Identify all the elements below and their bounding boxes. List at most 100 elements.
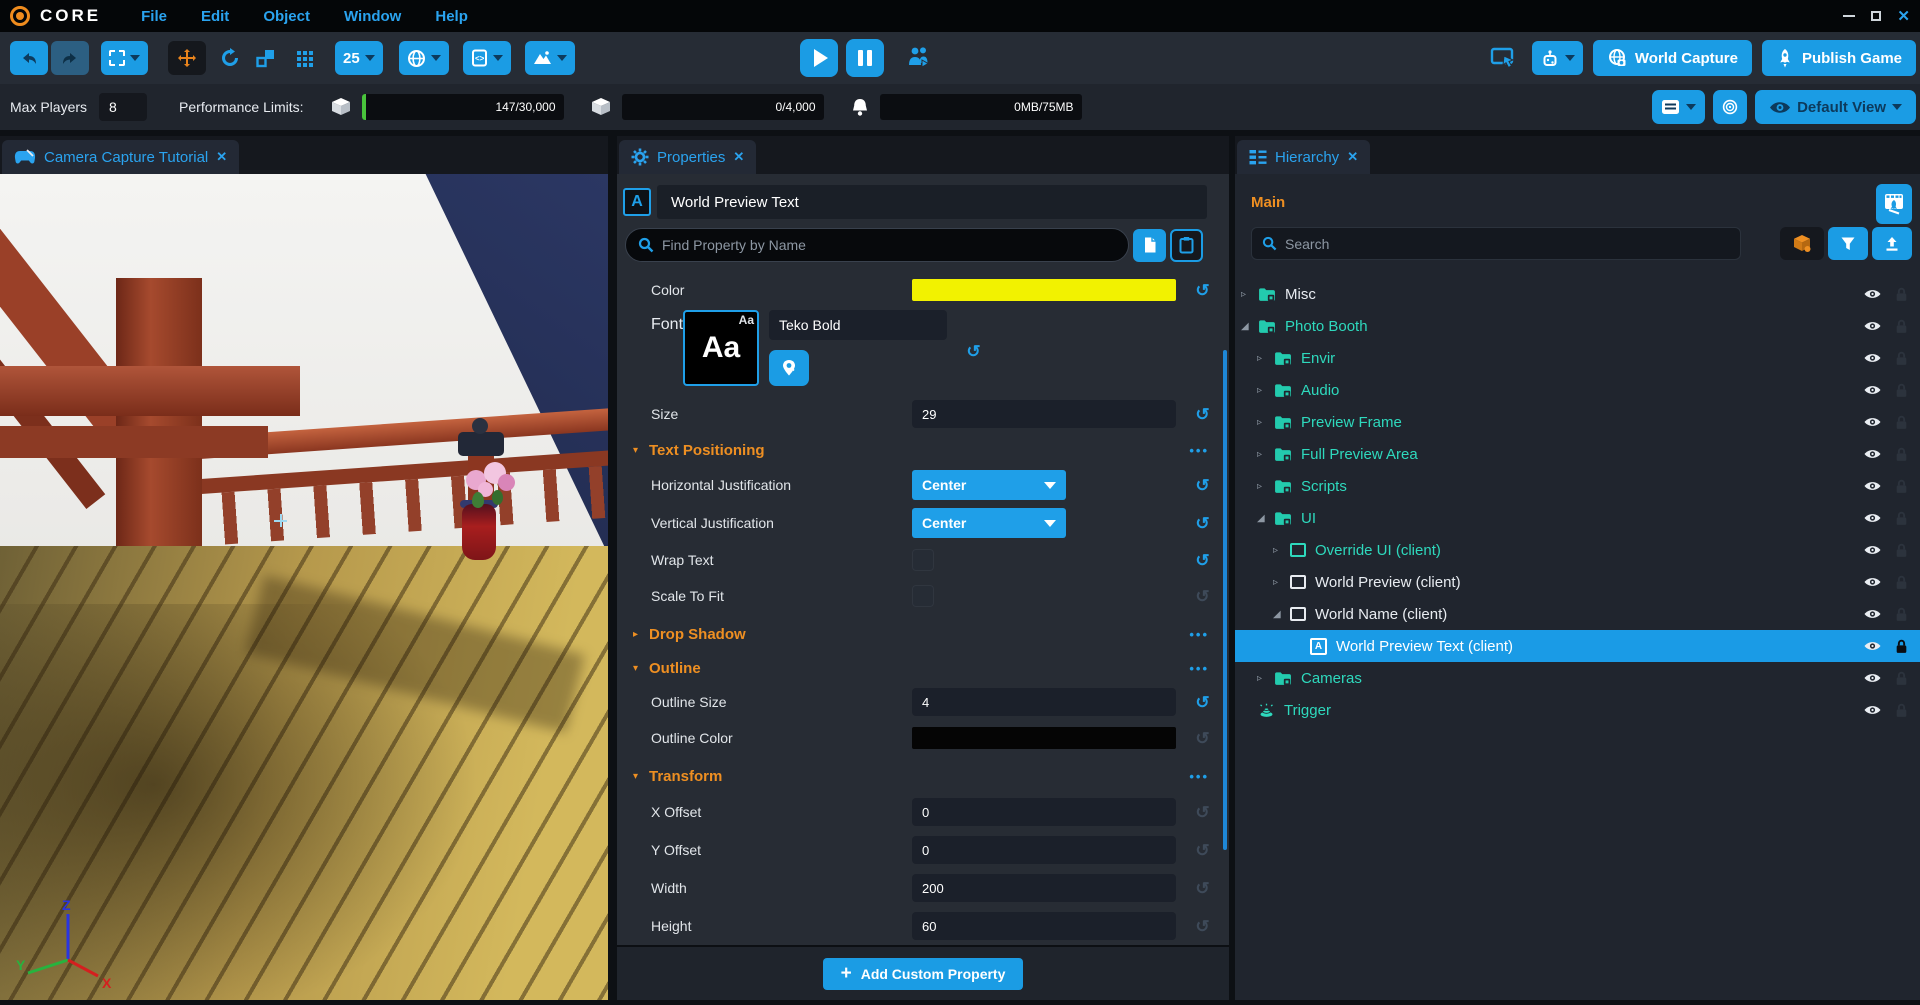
lock-icon[interactable] bbox=[1895, 287, 1908, 302]
reset-icon[interactable]: ↺ bbox=[1195, 552, 1209, 569]
tree-row[interactable]: ▹ A Audio bbox=[1235, 374, 1920, 406]
tree-row[interactable]: ▹ A Scripts bbox=[1235, 470, 1920, 502]
lock-icon[interactable] bbox=[1895, 607, 1908, 622]
horizontal-justification-dropdown[interactable]: Center bbox=[912, 470, 1066, 500]
move-tool-button[interactable] bbox=[168, 41, 206, 75]
hierarchy-search-input[interactable] bbox=[1285, 236, 1740, 252]
lock-icon[interactable] bbox=[1895, 703, 1908, 718]
reset-icon[interactable]: ↺ bbox=[1195, 804, 1209, 821]
size-input[interactable] bbox=[912, 400, 1176, 428]
property-search-input[interactable] bbox=[662, 237, 1128, 253]
section-menu-icon[interactable]: ••• bbox=[1189, 627, 1209, 642]
close-icon[interactable]: ✕ bbox=[733, 149, 744, 165]
tree-row[interactable]: ▹ A Preview Frame bbox=[1235, 406, 1920, 438]
visibility-eye-icon[interactable] bbox=[1864, 352, 1881, 364]
lock-icon[interactable] bbox=[1895, 479, 1908, 494]
scale-to-fit-checkbox[interactable] bbox=[912, 585, 934, 607]
capture-mode-dropdown[interactable] bbox=[1532, 41, 1583, 75]
viewport-canvas[interactable]: Z Y X bbox=[0, 174, 608, 1000]
asset-filter-button[interactable] bbox=[1780, 227, 1824, 260]
y-offset-input[interactable] bbox=[912, 836, 1176, 864]
add-custom-property-button[interactable]: + Add Custom Property bbox=[823, 958, 1024, 990]
save-dropdown[interactable] bbox=[1652, 90, 1705, 124]
tree-row[interactable]: A Trigger bbox=[1235, 694, 1920, 726]
tree-expand-arrow[interactable]: ▹ bbox=[1257, 673, 1274, 684]
maximize-button[interactable] bbox=[1871, 11, 1881, 21]
scene-capture-button[interactable] bbox=[1876, 184, 1912, 224]
visibility-eye-icon[interactable] bbox=[1864, 576, 1881, 588]
lock-icon[interactable] bbox=[1895, 575, 1908, 590]
height-input[interactable] bbox=[912, 912, 1176, 940]
collapse-export-button[interactable] bbox=[1872, 227, 1912, 260]
tree-expand-arrow[interactable]: ▹ bbox=[1257, 481, 1274, 492]
reset-icon[interactable]: ↺ bbox=[1195, 515, 1209, 532]
world-capture-button[interactable]: World Capture bbox=[1593, 40, 1752, 76]
tree-row[interactable]: ▹ A Full Preview Area bbox=[1235, 438, 1920, 470]
lock-icon[interactable] bbox=[1895, 671, 1908, 686]
reset-icon[interactable]: ↺ bbox=[1195, 588, 1209, 605]
visibility-eye-icon[interactable] bbox=[1864, 480, 1881, 492]
tree-expand-arrow[interactable]: ◢ bbox=[1257, 513, 1274, 524]
pause-button[interactable] bbox=[846, 39, 884, 77]
reset-icon[interactable]: ↺ bbox=[1195, 880, 1209, 897]
hierarchy-search[interactable] bbox=[1251, 227, 1741, 260]
tab-hierarchy[interactable]: Hierarchy ✕ bbox=[1237, 140, 1370, 174]
tree-expand-arrow[interactable]: ▹ bbox=[1273, 577, 1290, 588]
paste-properties-button[interactable] bbox=[1170, 229, 1203, 262]
tab-camera-capture-tutorial[interactable]: Camera Capture Tutorial ✕ bbox=[2, 140, 239, 174]
grid-snap-button[interactable] bbox=[291, 41, 321, 75]
reset-icon[interactable]: ↺ bbox=[1195, 918, 1209, 935]
visibility-eye-icon[interactable] bbox=[1864, 704, 1881, 716]
lock-icon[interactable] bbox=[1895, 415, 1908, 430]
redo-button[interactable] bbox=[51, 41, 89, 75]
world-settings-dropdown[interactable] bbox=[399, 41, 449, 75]
tree-expand-arrow[interactable]: ▹ bbox=[1273, 545, 1290, 556]
visibility-eye-icon[interactable] bbox=[1864, 288, 1881, 300]
play-button[interactable] bbox=[800, 39, 838, 77]
scale-tool-button[interactable] bbox=[250, 41, 281, 75]
tree-row[interactable]: ▹ A Misc bbox=[1235, 278, 1920, 310]
reset-icon[interactable]: ↺ bbox=[1195, 282, 1209, 299]
font-name-input[interactable] bbox=[769, 310, 947, 340]
tree-row[interactable]: ◢ A World Name (client) bbox=[1235, 598, 1920, 630]
grid-size-dropdown[interactable]: 25 bbox=[335, 41, 383, 75]
tree-row[interactable]: ▹ A Envir bbox=[1235, 342, 1920, 374]
tree-row[interactable]: ◢ A UI bbox=[1235, 502, 1920, 534]
terrain-dropdown[interactable] bbox=[525, 41, 575, 75]
copy-properties-button[interactable] bbox=[1133, 229, 1166, 262]
reset-icon[interactable]: ↺ bbox=[1195, 694, 1209, 711]
tree-expand-arrow[interactable]: ▹ bbox=[1257, 417, 1274, 428]
reset-icon[interactable]: ↺ bbox=[1195, 477, 1209, 494]
properties-scrollbar[interactable] bbox=[1223, 350, 1227, 850]
menu-edit[interactable]: Edit bbox=[201, 8, 229, 25]
close-icon[interactable]: ✕ bbox=[1347, 149, 1358, 165]
font-preview-swatch[interactable]: Aa Aa bbox=[683, 310, 759, 386]
rotate-tool-button[interactable] bbox=[214, 41, 246, 75]
visibility-eye-icon[interactable] bbox=[1864, 544, 1881, 556]
outline-size-input[interactable] bbox=[912, 688, 1176, 716]
property-search[interactable] bbox=[625, 228, 1129, 262]
wrap-text-checkbox[interactable] bbox=[912, 549, 934, 571]
tree-expand-arrow[interactable]: ◢ bbox=[1241, 321, 1258, 332]
visibility-eye-icon[interactable] bbox=[1864, 416, 1881, 428]
visibility-eye-icon[interactable] bbox=[1864, 384, 1881, 396]
reset-icon[interactable]: ↺ bbox=[1195, 406, 1209, 423]
lock-icon[interactable] bbox=[1895, 639, 1908, 654]
tree-row[interactable]: ▹ A Override UI (client) bbox=[1235, 534, 1920, 566]
script-dropdown[interactable]: <> bbox=[463, 41, 511, 75]
lock-icon[interactable] bbox=[1895, 511, 1908, 526]
tree-expand-arrow[interactable]: ▹ bbox=[1241, 289, 1258, 300]
reset-icon[interactable]: ↺ bbox=[966, 343, 980, 360]
width-input[interactable] bbox=[912, 874, 1176, 902]
reset-icon[interactable]: ↺ bbox=[1195, 730, 1209, 747]
tree-row[interactable]: ▹ A World Preview (client) bbox=[1235, 566, 1920, 598]
vertical-justification-dropdown[interactable]: Center bbox=[912, 508, 1066, 538]
filter-button[interactable] bbox=[1828, 227, 1868, 260]
font-picker-button[interactable] bbox=[769, 350, 809, 386]
color-swatch[interactable] bbox=[912, 279, 1176, 301]
section-text-positioning[interactable]: ▾ Text Positioning ••• bbox=[617, 440, 1229, 460]
menu-window[interactable]: Window bbox=[344, 8, 401, 25]
outline-color-swatch[interactable] bbox=[912, 727, 1176, 749]
reset-icon[interactable]: ↺ bbox=[1195, 842, 1209, 859]
section-transform[interactable]: ▾ Transform ••• bbox=[617, 766, 1229, 786]
